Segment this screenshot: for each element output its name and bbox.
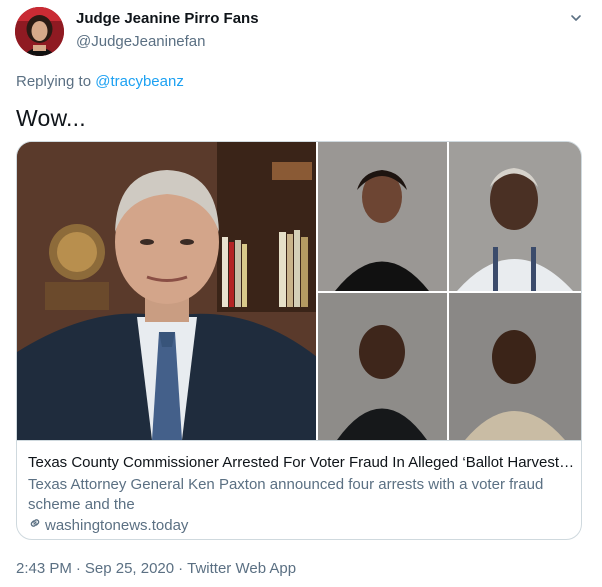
more-options-button[interactable]: [566, 10, 586, 30]
tweet-metadata: 2:43 PM · Sep 25, 2020 · Twitter Web App: [16, 560, 296, 577]
card-image: [17, 142, 581, 440]
replying-prefix: Replying to: [16, 73, 96, 90]
tweet-date[interactable]: Sep 25, 2020: [85, 560, 174, 577]
link-icon: [28, 516, 45, 534]
tweet-source-link[interactable]: Twitter Web App: [187, 560, 296, 577]
link-card[interactable]: Texas County Commissioner Arrested For V…: [16, 141, 582, 540]
card-domain: washingtonews.today: [28, 516, 188, 534]
card-title: Texas County Commissioner Arrested For V…: [28, 454, 576, 471]
tweet: Judge Jeanine Pirro Fans @JudgeJeaninefa…: [0, 0, 602, 587]
author-display-name[interactable]: Judge Jeanine Pirro Fans: [76, 10, 259, 27]
author-handle[interactable]: @JudgeJeaninefan: [76, 33, 206, 50]
tweet-text: Wow...: [16, 105, 86, 131]
card-description: Texas Attorney General Ken Paxton announ…: [28, 476, 544, 513]
separator: ·: [75, 560, 81, 577]
card-body: Texas County Commissioner Arrested For V…: [17, 440, 581, 539]
tweet-time[interactable]: 2:43 PM: [16, 560, 72, 577]
reply-to-handle-link[interactable]: @tracybeanz: [95, 73, 184, 90]
separator: ·: [178, 560, 184, 577]
avatar[interactable]: [15, 7, 64, 56]
chevron-down-icon: [569, 11, 583, 30]
card-domain-text: washingtonews.today: [45, 516, 189, 534]
replying-to: Replying to @tracybeanz: [16, 73, 184, 90]
